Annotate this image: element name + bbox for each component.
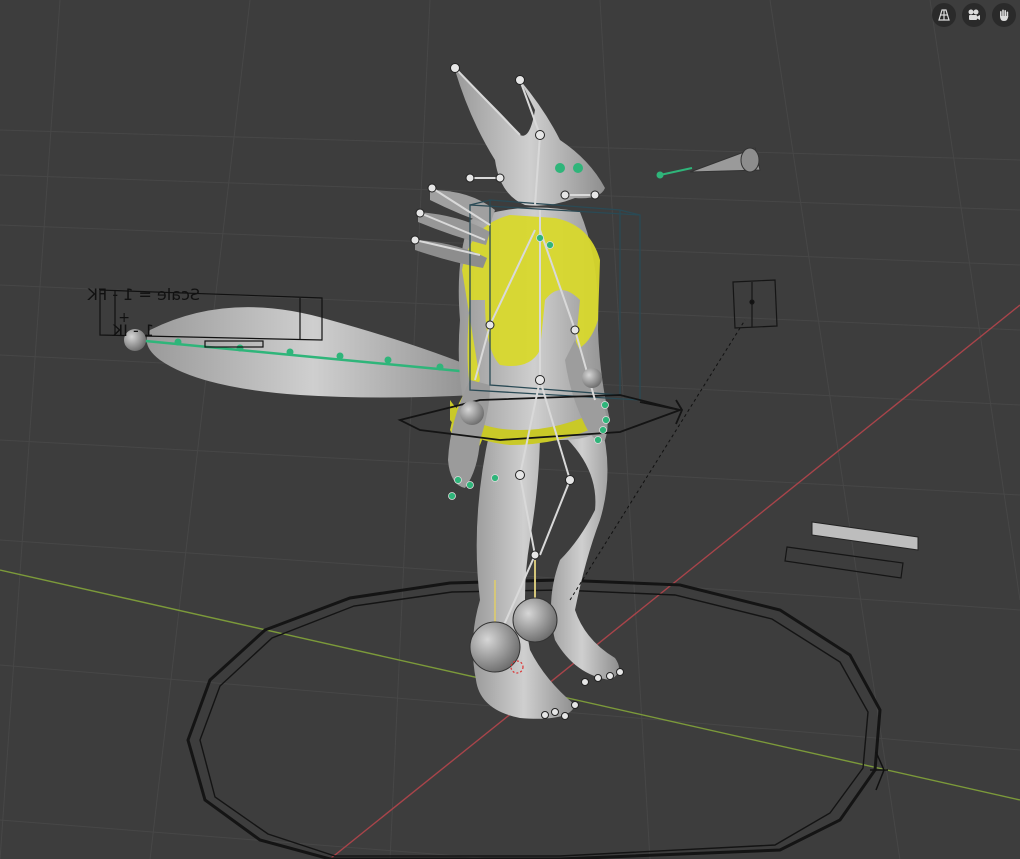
bone-joints-part: [410, 235, 420, 245]
bone-joints-part: [450, 63, 460, 73]
hand-icon[interactable]: [992, 3, 1016, 27]
hip-control-ring-part: [639, 401, 681, 411]
floor-grid-part: [929, 0, 1020, 601]
perspective-grid-icon[interactable]: [932, 3, 956, 27]
shoulder-right-control-sphere: [582, 368, 602, 388]
hand-bone-joints-part: [536, 234, 544, 242]
bone-joints-part: [495, 173, 505, 183]
tail-bone-chain-part: [384, 356, 392, 364]
slider-control-lower: [784, 546, 904, 579]
hand-bone-joints-part: [454, 476, 462, 484]
look-target-cone-part: [656, 171, 664, 179]
bone-joints-part: [590, 190, 600, 200]
spine-bones-part: [539, 479, 571, 556]
hand-bone-joints-part: [599, 426, 607, 434]
bone-joints-part: [485, 320, 495, 330]
hand-bone-joints-part: [602, 416, 610, 424]
look-target-cone-part: [659, 167, 693, 176]
hand-bone-joints-part: [546, 241, 554, 249]
slider-control-upper: [811, 521, 919, 551]
hand-bone-joints-part: [448, 492, 456, 500]
bone-joints-part: [415, 208, 425, 218]
bone-joints-part: [560, 190, 570, 200]
navigation-gizmo: [928, 0, 1020, 36]
slider-control-upper-part: [811, 521, 919, 551]
eye-bone-joints-part: [573, 163, 583, 173]
toe-bones-part: [594, 674, 602, 682]
ik-annotation-text: 1 - IK: [112, 321, 154, 340]
bone-joints-part: [530, 550, 540, 560]
bone-joints-part: [427, 183, 437, 193]
tail-bone-chain-part: [174, 338, 182, 346]
floor-grid-part: [769, 0, 901, 859]
floor-grid-part: [0, 0, 61, 859]
floor-grid-part: [389, 0, 431, 859]
bone-joints-part: [535, 130, 545, 140]
toe-bones-part: [606, 672, 614, 680]
bone-joints-part: [465, 173, 475, 183]
camera-icon[interactable]: [962, 3, 986, 27]
hand-bone-joints-part: [466, 481, 474, 489]
tail-bone-chain-part: [336, 352, 344, 360]
bone-joints-part: [515, 470, 525, 480]
tail-mesh: [146, 307, 480, 398]
look-target-cone: [656, 147, 761, 179]
3d-viewport[interactable]: Scale = 1 - FK + 1 - IK: [0, 0, 1020, 859]
hip-left-control-sphere: [460, 401, 484, 425]
toe-bones-part: [541, 711, 549, 719]
toe-bones-part: [551, 708, 559, 716]
toe-bones-part: [571, 701, 579, 709]
hand-bone-joints-part: [594, 436, 602, 444]
tail-bone-chain-part: [436, 363, 444, 371]
hand-bone-joints-part: [601, 401, 609, 409]
knee-right-control-sphere: [512, 597, 558, 643]
scale-annotation-text: Scale = 1 - FK: [87, 285, 200, 304]
floor-grid-part: [149, 0, 251, 859]
look-target-cone-part: [740, 147, 760, 173]
eye-bone-joints-part: [555, 163, 565, 173]
floor-grid-part: [0, 819, 504, 859]
right-leg-mesh: [545, 420, 619, 680]
bone-joints-part: [515, 75, 525, 85]
toe-bones-part: [581, 678, 589, 686]
knee-left-control-sphere: [469, 621, 521, 673]
hand-bone-joints-part: [491, 474, 499, 482]
tail-bone-chain-part: [286, 348, 294, 356]
pole-target-box-part: [749, 299, 755, 305]
bone-joints-part: [535, 375, 545, 385]
toe-bones-part: [561, 712, 569, 720]
scene-canvas[interactable]: Scale = 1 - FK + 1 - IK: [0, 0, 1020, 859]
pole-target-box: [732, 279, 778, 329]
tail-bone-chain-part: [236, 344, 244, 352]
bone-joints-part: [570, 325, 580, 335]
bone-joints-part: [565, 475, 575, 485]
pole-target-box-part: [732, 279, 778, 329]
toe-bones-part: [616, 668, 624, 676]
slider-control-lower-part: [784, 546, 904, 579]
